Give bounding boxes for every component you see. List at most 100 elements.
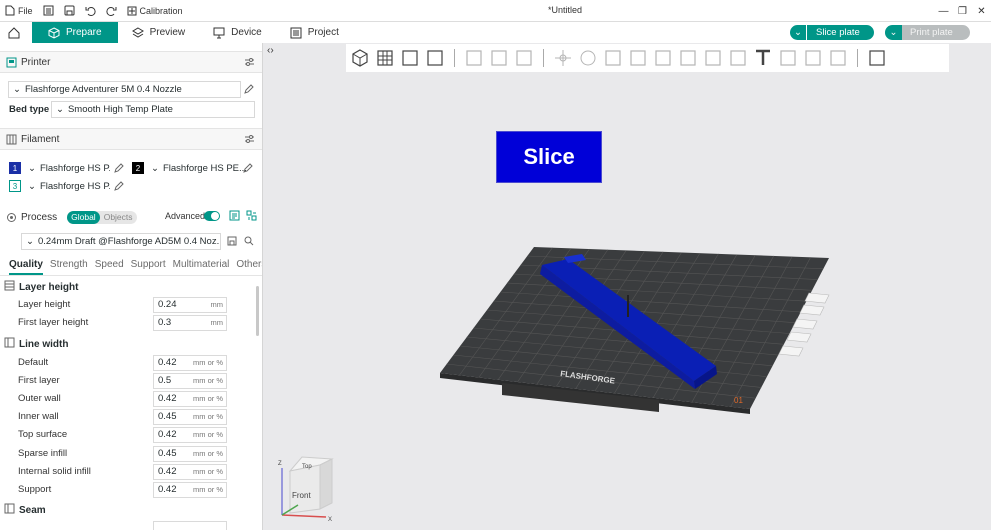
tab-support[interactable]: Support bbox=[131, 259, 166, 275]
global-toggle[interactable]: Global bbox=[67, 210, 100, 224]
plate-number: 01 bbox=[734, 396, 743, 405]
tab-quality[interactable]: Quality bbox=[9, 259, 43, 275]
calibration-icon bbox=[127, 6, 137, 16]
restore-button[interactable]: ❐ bbox=[953, 0, 972, 22]
home-button[interactable] bbox=[0, 22, 28, 43]
menu-icon bbox=[43, 5, 54, 16]
setting-value-input[interactable]: 0.42 mm or % bbox=[153, 463, 227, 480]
setting-value-input[interactable]: 0.24 mm bbox=[153, 297, 227, 313]
setting-value-input[interactable]: 0.42 mm or % bbox=[153, 481, 227, 498]
setting-row: First layer 0.5 mm or % bbox=[0, 372, 258, 390]
tab-others[interactable]: Others bbox=[236, 259, 262, 275]
print-plate-label: Print plate bbox=[910, 27, 953, 38]
compare-icon[interactable] bbox=[246, 210, 257, 224]
settings-sliders-icon[interactable] bbox=[244, 57, 255, 70]
minimize-button[interactable]: — bbox=[934, 0, 953, 22]
menu-button[interactable] bbox=[38, 0, 59, 22]
file-icon bbox=[5, 5, 15, 16]
tab-strength[interactable]: Strength bbox=[50, 259, 88, 275]
setting-row: Support 0.42 mm or % bbox=[0, 481, 258, 499]
process-section-title: Process bbox=[21, 211, 58, 223]
setting-unit: mm or % bbox=[193, 358, 223, 367]
seam-icon bbox=[4, 503, 15, 517]
chevron-down-icon: ⌄ bbox=[13, 84, 21, 95]
filament-color-swatch[interactable]: 2 bbox=[132, 162, 144, 174]
calibration-menu[interactable]: Calibration bbox=[122, 0, 188, 22]
notes-icon[interactable] bbox=[229, 210, 240, 224]
project-icon bbox=[290, 27, 302, 39]
close-button[interactable]: ✕ bbox=[972, 0, 991, 22]
tab-device[interactable]: Device bbox=[199, 22, 276, 43]
setting-value: 0.45 bbox=[158, 411, 177, 423]
setting-label: First layer bbox=[18, 375, 60, 387]
setting-row: Inner wall 0.45 mm or % bbox=[0, 408, 258, 426]
objects-toggle[interactable]: Objects bbox=[100, 212, 137, 222]
setting-unit: mm bbox=[210, 318, 224, 327]
setting-value: 0.5 bbox=[158, 375, 172, 387]
slice-overlay-button[interactable]: Slice bbox=[496, 131, 602, 183]
filament-select[interactable]: ⌄ Flashforge HS P... bbox=[24, 178, 110, 195]
print-plate-button[interactable]: ⌄ Print plate bbox=[885, 25, 970, 40]
cube-top-label: Top bbox=[302, 464, 312, 470]
file-menu[interactable]: File bbox=[0, 0, 38, 22]
search-icon[interactable] bbox=[244, 236, 254, 246]
layer-height-group: Layer height bbox=[4, 280, 78, 294]
tab-preview[interactable]: Preview bbox=[118, 22, 200, 43]
tab-project[interactable]: Project bbox=[276, 22, 353, 43]
tab-preview-label: Preview bbox=[149, 27, 186, 38]
save-preset-icon[interactable] bbox=[227, 236, 237, 246]
edit-icon[interactable] bbox=[114, 163, 124, 173]
global-objects-toggle[interactable]: Global Objects bbox=[67, 210, 137, 224]
save-icon bbox=[64, 5, 75, 16]
filament-select[interactable]: ⌄ Flashforge HS P... bbox=[24, 160, 110, 177]
seam-position-field[interactable] bbox=[153, 521, 227, 530]
filament-select[interactable]: ⌄ Flashforge HS PE... bbox=[147, 160, 255, 177]
printer-name: Flashforge Adventurer 5M 0.4 Nozzle bbox=[24, 84, 182, 95]
undo-icon bbox=[85, 5, 96, 16]
filament-name: Flashforge HS PE... bbox=[162, 163, 247, 174]
settings-scrollbar[interactable] bbox=[256, 286, 259, 336]
3d-viewport[interactable]: ‹› FLASHFORGE 01 Front Top Z X Slice bbox=[264, 43, 991, 530]
tab-prepare-label: Prepare bbox=[66, 27, 102, 38]
chevron-down-icon[interactable]: ⌄ bbox=[885, 25, 902, 40]
tab-multimaterial[interactable]: Multimaterial bbox=[173, 259, 230, 275]
edit-icon[interactable] bbox=[244, 84, 254, 94]
setting-unit: mm or % bbox=[193, 412, 223, 422]
filament-section-title: Filament bbox=[21, 133, 60, 145]
setting-value-input[interactable]: 0.42 mm or % bbox=[153, 427, 227, 444]
redo-button[interactable] bbox=[101, 0, 122, 22]
view-cube[interactable]: Front Top bbox=[288, 456, 334, 514]
bed-type-select[interactable]: ⌄ Smooth High Temp Plate bbox=[51, 101, 255, 118]
edit-icon[interactable] bbox=[243, 163, 253, 173]
advanced-switch[interactable] bbox=[204, 211, 220, 221]
filament-color-swatch[interactable]: 1 bbox=[9, 162, 21, 174]
setting-value-input[interactable]: 0.42 mm or % bbox=[153, 355, 227, 371]
edit-icon[interactable] bbox=[114, 181, 124, 191]
tab-prepare[interactable]: Prepare bbox=[32, 22, 118, 43]
save-button[interactable] bbox=[59, 0, 80, 22]
setting-value-input[interactable]: 0.3 mm bbox=[153, 315, 227, 331]
slice-plate-button[interactable]: ⌄ Slice plate bbox=[790, 25, 874, 40]
bed-type-label: Bed type bbox=[9, 104, 50, 115]
setting-row: Outer wall 0.42 mm or % bbox=[0, 390, 258, 408]
setting-row: Layer height 0.24 mm bbox=[0, 296, 258, 314]
tab-speed[interactable]: Speed bbox=[95, 259, 124, 275]
setting-value-input[interactable]: 0.45 mm or % bbox=[153, 409, 227, 426]
setting-value-input[interactable]: 0.5 mm or % bbox=[153, 373, 227, 390]
setting-value-input[interactable]: 0.42 mm or % bbox=[153, 391, 227, 408]
filament-color-swatch[interactable]: 3 bbox=[9, 180, 21, 192]
settings-sliders-icon[interactable] bbox=[244, 134, 255, 147]
printer-select[interactable]: ⌄ Flashforge Adventurer 5M 0.4 Nozzle bbox=[8, 81, 241, 98]
setting-unit: mm or % bbox=[193, 430, 223, 440]
chevron-down-icon[interactable]: ⌄ bbox=[790, 25, 807, 40]
line-width-title: Line width bbox=[19, 338, 69, 350]
setting-value-input[interactable]: 0.45 mm or % bbox=[153, 445, 227, 462]
seam-title: Seam bbox=[19, 504, 46, 516]
file-menu-label: File bbox=[18, 5, 33, 16]
chevron-down-icon: ⌄ bbox=[151, 163, 159, 174]
z-axis-label: Z bbox=[278, 461, 282, 467]
quality-tabs: Quality Strength Speed Support Multimate… bbox=[0, 259, 262, 275]
cube-front-label: Front bbox=[292, 491, 311, 500]
undo-button[interactable] bbox=[80, 0, 101, 22]
process-profile-select[interactable]: ⌄ 0.24mm Draft @Flashforge AD5M 0.4 Noz.… bbox=[21, 233, 221, 250]
